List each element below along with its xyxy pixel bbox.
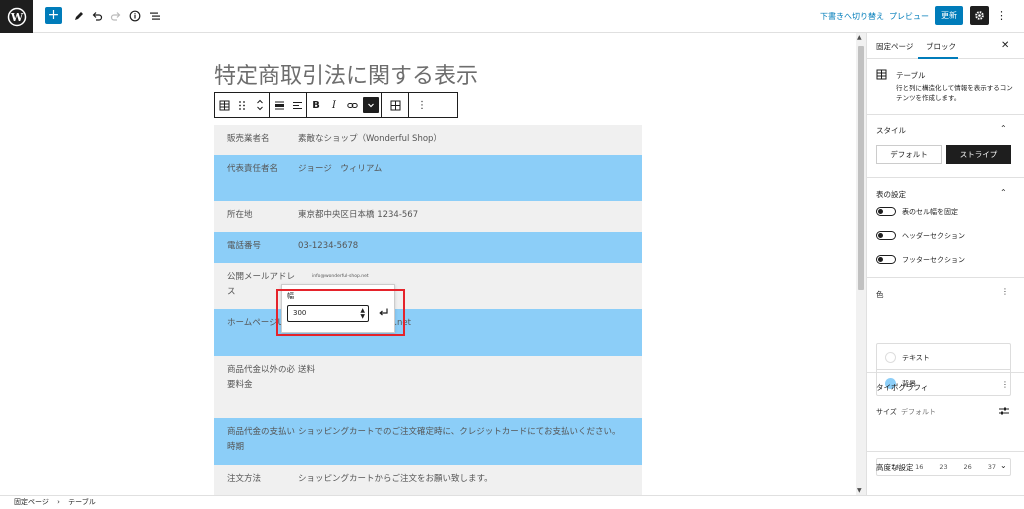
breadcrumb-separator: › [57, 498, 60, 506]
update-button[interactable]: 更新 [935, 6, 963, 25]
typography-panel: タイポグラフィ ⋮ サイズ デフォルト [867, 373, 1024, 452]
svg-text:W: W [9, 11, 23, 24]
typography-title: タイポグラフィ [876, 383, 929, 392]
table-block-icon[interactable] [215, 93, 233, 117]
table-cell-label[interactable]: 代表責任者名 [214, 155, 298, 201]
tab-page[interactable]: 固定ページ [876, 41, 913, 52]
toggle-fixed-width-label: 表のセル幅を固定 [902, 208, 958, 216]
edit-table-icon[interactable] [382, 93, 408, 117]
table-cell-value[interactable]: 03-1234-5678 [298, 232, 642, 263]
scroll-up-arrow-icon[interactable]: ▲ [857, 34, 862, 41]
table-row: 電話番号 03-1234-5678 [214, 232, 642, 263]
table-cell-value[interactable]: 東京都中央区日本橋 1234-567 [298, 201, 642, 232]
chevron-up-icon[interactable]: ⌃ [1000, 188, 1007, 197]
switch-to-draft-link[interactable]: 下書きへ切り替え [820, 11, 884, 22]
chevron-down-icon[interactable]: ⌄ [1000, 461, 1007, 470]
scroll-down-arrow-icon[interactable]: ▼ [857, 487, 862, 494]
block-card: テーブル 行と列に構造化して情報を表示するコンテンツを作成します。 [867, 59, 1024, 115]
table-block-icon [876, 69, 887, 82]
more-options-icon[interactable]: ⋮ [996, 9, 1007, 22]
edit-tool-icon[interactable] [70, 7, 88, 25]
settings-sidebar: 固定ページ ブロック ✕ テーブル 行と列に構造化して情報を表示するコンテンツを… [866, 33, 1024, 495]
table-cell-value[interactable]: ショッピングカートでのご注文確定時に、クレジットカードにてお支払いください。 [298, 418, 642, 465]
table-cell-value[interactable]: 素敵なショップ（Wonderful Shop） [298, 125, 642, 155]
size-label: サイズ デフォルト [876, 407, 936, 417]
table-cell-value[interactable]: ジョージ ウィリアム [298, 155, 642, 201]
color-title: 色 [876, 290, 884, 299]
highlight-annotation [276, 289, 405, 336]
table-row: 商品代金以外の必要料金 送料 [214, 356, 642, 418]
table-row: 販売業者名 素敵なショップ（Wonderful Shop） [214, 125, 642, 155]
format-group: B I [307, 93, 382, 117]
text-color-swatch [885, 352, 896, 363]
options-group: ⋮ [409, 93, 435, 117]
table-cell-label[interactable]: 販売業者名 [214, 125, 298, 155]
undo-icon[interactable] [88, 7, 106, 25]
block-type-group [215, 93, 270, 117]
block-options-icon[interactable]: ⋮ [409, 93, 435, 117]
settings-gear-icon[interactable] [970, 6, 989, 25]
scrollbar-thumb[interactable] [858, 46, 864, 290]
info-icon[interactable] [126, 7, 144, 25]
text-align-icon[interactable] [288, 93, 306, 117]
size-default-text: デフォルト [901, 408, 937, 416]
table-cell-value[interactable]: ショッピングカートからご注文をお願い致します。 [298, 465, 642, 496]
table-cell-label[interactable]: 商品代金以外の必要料金 [214, 356, 298, 418]
style-title[interactable]: スタイル [876, 125, 906, 136]
custom-size-icon[interactable] [998, 406, 1010, 418]
size-label-text: サイズ [876, 408, 897, 416]
block-name: テーブル [896, 71, 926, 80]
table-settings-title[interactable]: 表の設定 [876, 189, 906, 200]
wordpress-logo-icon[interactable]: W [0, 0, 33, 33]
table-cell-label[interactable]: 電話番号 [214, 232, 298, 263]
advanced-title[interactable]: 高度な設定 [876, 462, 914, 473]
toggle-footer-section[interactable] [876, 255, 896, 264]
list-view-icon[interactable] [146, 7, 164, 25]
italic-icon[interactable]: I [325, 93, 343, 117]
block-align-icon[interactable] [270, 93, 288, 117]
bold-icon[interactable]: B [307, 93, 325, 117]
toggle-fixed-width[interactable] [876, 207, 896, 216]
table-cell-value[interactable]: 送料 [298, 356, 642, 418]
table-settings-panel: 表の設定 ⌃ 表のセル幅を固定 ヘッダーセクション フッターセクション [867, 178, 1024, 278]
breadcrumb-page[interactable]: 固定ページ [14, 498, 49, 506]
link-icon[interactable] [343, 93, 361, 117]
style-default-button[interactable]: デフォルト [876, 145, 942, 164]
close-icon[interactable]: ✕ [1001, 40, 1009, 51]
toggle-footer-label: フッターセクション [902, 256, 965, 264]
breadcrumb-table[interactable]: テーブル [68, 498, 96, 506]
breadcrumb: 固定ページ › テーブル [0, 495, 1024, 508]
drag-handle-icon[interactable] [233, 93, 251, 117]
alignment-group [270, 93, 307, 117]
toggle-header-section[interactable] [876, 231, 896, 240]
table-row: 代表責任者名 ジョージ ウィリアム [214, 155, 642, 201]
table-row: 所在地 東京都中央区日本橋 1234-567 [214, 201, 642, 232]
toggle-header-label: ヘッダーセクション [902, 232, 965, 240]
text-color-item[interactable]: テキスト [877, 344, 1010, 370]
table-edit-group [382, 93, 409, 117]
table-cell-label[interactable]: 注文方法 [214, 465, 298, 496]
page-title[interactable]: 特定商取引法に関する表示 [214, 58, 478, 90]
text-color-label: テキスト [902, 354, 930, 362]
table-cell-label[interactable]: 商品代金の支払い時期 [214, 418, 298, 465]
tab-block[interactable]: ブロック [926, 41, 956, 52]
chevron-up-icon[interactable]: ⌃ [1000, 124, 1007, 133]
typography-options-icon[interactable]: ⋮ [1001, 380, 1009, 389]
block-toolbar: B I ⋮ [214, 92, 458, 118]
preview-link[interactable]: プレビュー [889, 11, 929, 22]
block-description: 行と列に構造化して情報を表示するコンテンツを作成します。 [896, 84, 1013, 102]
top-toolbar: W + 下書きへ切り替え プレビュー 更新 ⋮ [0, 0, 1024, 33]
more-formatting-chevron-down-icon[interactable] [363, 97, 379, 113]
add-block-button[interactable]: + [45, 7, 62, 24]
email-value[interactable]: info@wonderful-shop.net [312, 274, 369, 279]
table-row: 注文方法 ショッピングカートからご注文をお願い致します。 [214, 465, 642, 496]
color-options-icon[interactable]: ⋮ [1001, 287, 1009, 296]
style-stripe-button[interactable]: ストライプ [946, 145, 1011, 164]
redo-icon[interactable] [107, 7, 125, 25]
sidebar-tabs: 固定ページ ブロック ✕ [867, 33, 1024, 59]
advanced-panel: 高度な設定 ⌄ [867, 452, 1024, 482]
move-up-down-icon[interactable] [251, 93, 269, 117]
table-cell-label[interactable]: 所在地 [214, 201, 298, 232]
table-row: 商品代金の支払い時期 ショッピングカートでのご注文確定時に、クレジットカードにてお… [214, 418, 642, 465]
